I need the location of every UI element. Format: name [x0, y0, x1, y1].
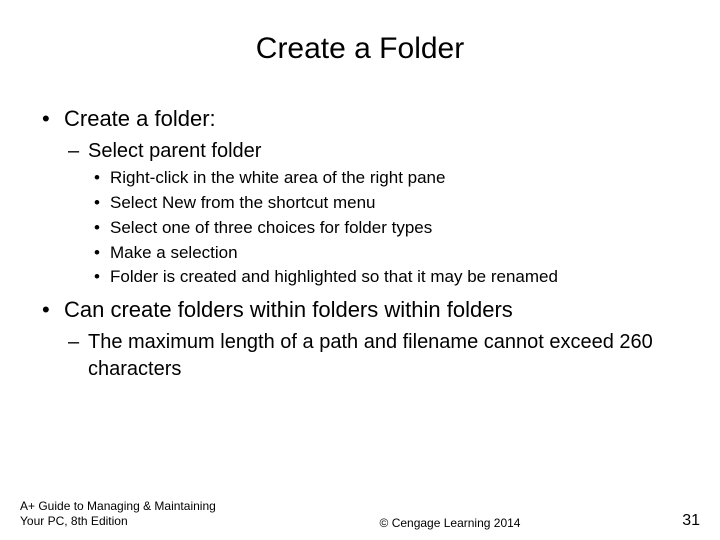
list-item: Right-click in the white area of the rig…: [88, 167, 684, 190]
bullet-text: Select parent folder: [88, 140, 261, 162]
bullet-text: Right-click in the white area of the rig…: [110, 168, 445, 187]
list-item: Folder is created and highlighted so tha…: [88, 266, 684, 289]
slide-title: Create a Folder: [36, 32, 684, 66]
list-item: Select parent folder Right-click in the …: [64, 138, 684, 290]
bullet-text: Create a folder:: [64, 106, 216, 131]
sub-list: Select parent folder Right-click in the …: [64, 138, 684, 290]
footer-copyright: © Cengage Learning 2014: [240, 516, 660, 530]
sub-sub-list: Right-click in the white area of the rig…: [88, 167, 684, 290]
list-item: Make a selection: [88, 242, 684, 265]
slide-footer: A+ Guide to Managing & Maintaining Your …: [0, 499, 720, 530]
list-item: Create a folder: Select parent folder Ri…: [36, 104, 684, 289]
list-item: The maximum length of a path and filenam…: [64, 329, 684, 383]
list-item: Can create folders within folders within…: [36, 295, 684, 383]
list-item: Select New from the shortcut menu: [88, 192, 684, 215]
sub-list: The maximum length of a path and filenam…: [64, 329, 684, 383]
bullet-text: The maximum length of a path and filenam…: [88, 331, 653, 380]
slide: Create a Folder Create a folder: Select …: [0, 0, 720, 540]
bullet-text: Can create folders within folders within…: [64, 297, 513, 322]
bullet-text: Select one of three choices for folder t…: [110, 218, 432, 237]
bullet-text: Select New from the shortcut menu: [110, 193, 376, 212]
page-number: 31: [660, 512, 700, 530]
bullet-text: Folder is created and highlighted so tha…: [110, 267, 558, 286]
bullet-text: Make a selection: [110, 243, 238, 262]
list-item: Select one of three choices for folder t…: [88, 217, 684, 240]
footer-left-text: A+ Guide to Managing & Maintaining Your …: [20, 499, 240, 530]
bullet-list: Create a folder: Select parent folder Ri…: [36, 104, 684, 383]
